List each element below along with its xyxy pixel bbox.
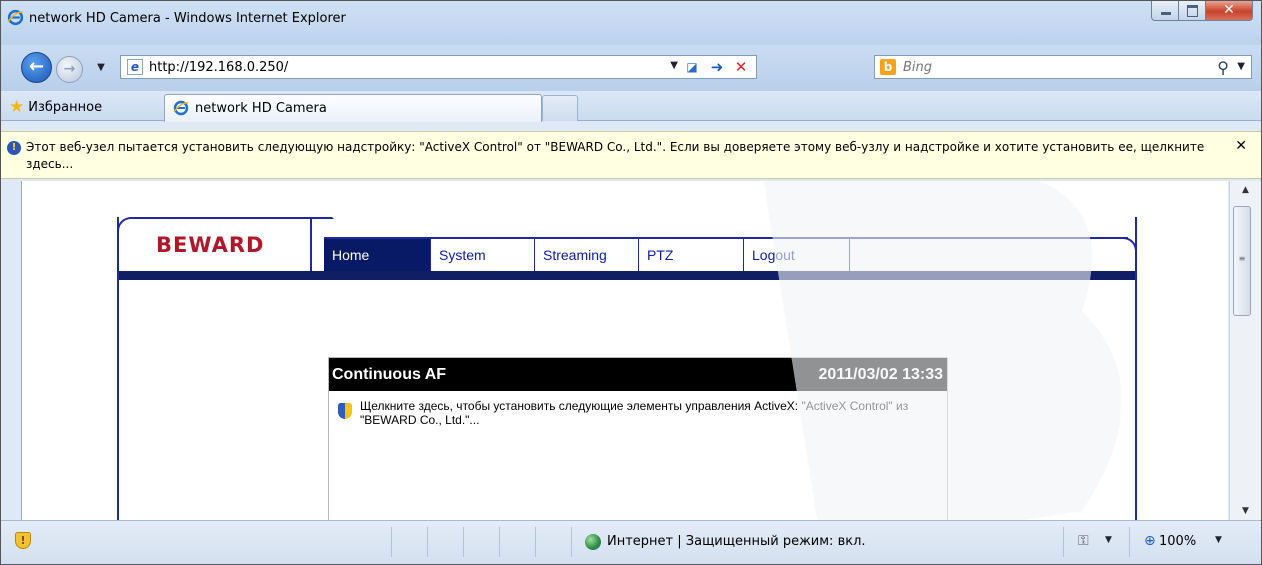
logo-area: BEWARD [117, 217, 312, 271]
zoom-dropdown-icon[interactable]: ▼ [1215, 535, 1222, 545]
menu-logout[interactable]: Logout [744, 239, 850, 271]
recent-pages-dropdown[interactable]: ▼ [93, 61, 109, 75]
globe-icon [585, 534, 601, 550]
go-arrow-icon[interactable]: ➜ [708, 58, 726, 76]
page-content: BEWARD Home System Streaming PTZ Logout … [21, 181, 1228, 520]
menu-underline-bar [119, 271, 1135, 280]
activex-install-prompt[interactable]: Щелкните здесь, чтобы установить следующ… [360, 399, 940, 427]
video-header: Continuous AF 2011/03/02 13:33 [329, 358, 947, 391]
status-separator [1129, 527, 1130, 557]
status-separator [391, 527, 392, 557]
grip-icon: ≡ [1238, 254, 1246, 263]
window-controls: ✕ [1151, 1, 1253, 22]
address-input[interactable]: http://192.168.0.250/ [149, 60, 288, 75]
title-bar: network HD Camera - Windows Internet Exp… [1, 1, 1261, 45]
search-dropdown-icon[interactable]: ▼ [1237, 61, 1245, 72]
bing-icon: b [880, 59, 896, 75]
content-left-margin [1, 181, 21, 520]
information-bar[interactable]: ! Этот веб-узел пытается установить след… [1, 131, 1261, 179]
status-separator [499, 527, 500, 557]
tab-label: network HD Camera [195, 101, 327, 116]
beward-logo: BEWARD [156, 233, 265, 257]
zoom-level[interactable]: 100% [1159, 534, 1196, 549]
scroll-up-arrow[interactable]: ▲ [1230, 181, 1261, 199]
page-icon: e [127, 59, 143, 75]
datetime-label: 2011/03/02 13:33 [818, 366, 943, 383]
status-bar: ! Интернет | Защищенный режим: вкл. ⚿ ▼ … [1, 520, 1261, 564]
warning-shield-icon[interactable]: ! [15, 532, 31, 549]
stop-icon[interactable]: ✕ [732, 58, 750, 76]
infobar-close-button[interactable]: ✕ [1235, 138, 1247, 154]
ie-icon [173, 100, 189, 116]
lock-icon[interactable]: ⚿ [1078, 533, 1089, 549]
lock-dropdown-icon[interactable]: ▼ [1105, 535, 1112, 545]
camera-menu: Home System Streaming PTZ Logout [324, 239, 850, 271]
close-icon: ✕ [1223, 2, 1235, 18]
search-box[interactable]: b Bing ⚲ ▼ [874, 55, 1252, 79]
favorites-button[interactable]: ★ Избранное [9, 96, 102, 118]
window-title: network HD Camera - Windows Internet Exp… [29, 11, 346, 26]
zoom-icon[interactable]: ⊕ [1144, 533, 1156, 549]
search-icon[interactable]: ⚲ [1217, 58, 1229, 77]
tab-network-hd-camera[interactable]: network HD Camera [164, 94, 542, 122]
menu-corner [1119, 237, 1137, 271]
search-input[interactable]: Bing [903, 60, 932, 75]
shield-icon [338, 403, 352, 419]
forward-button[interactable]: → [56, 56, 83, 83]
focus-mode-label: Continuous AF [332, 366, 447, 383]
forward-arrow-icon: → [63, 61, 76, 77]
maximize-icon [1187, 5, 1198, 17]
compatibility-icon[interactable]: ◪ [684, 59, 700, 75]
back-arrow-icon: ← [28, 56, 45, 77]
scroll-thumb[interactable]: ≡ [1233, 206, 1251, 316]
close-window-button[interactable]: ✕ [1206, 1, 1253, 21]
address-bar[interactable]: e http://192.168.0.250/ ▼ ◪ ➜ ✕ [120, 55, 757, 79]
infobar-message[interactable]: Этот веб-узел пытается установить следую… [26, 139, 1206, 173]
new-tab-button[interactable] [542, 95, 578, 121]
status-separator [571, 527, 572, 557]
status-separator [463, 527, 464, 557]
scroll-down-arrow[interactable]: ▼ [1230, 502, 1261, 520]
ie-icon [7, 9, 24, 26]
star-icon: ★ [9, 97, 25, 117]
address-dropdown-icon[interactable]: ▼ [670, 60, 678, 71]
menu-system[interactable]: System [431, 239, 535, 271]
status-separator [535, 527, 536, 557]
menu-streaming[interactable]: Streaming [535, 239, 639, 271]
browser-window: network HD Camera - Windows Internet Exp… [0, 0, 1262, 565]
security-zone-text[interactable]: Интернет | Защищенный режим: вкл. [607, 534, 866, 549]
minimize-icon [1161, 12, 1171, 15]
maximize-button[interactable] [1179, 1, 1206, 21]
status-separator [1063, 527, 1064, 557]
status-separator [427, 527, 428, 557]
menu-ptz[interactable]: PTZ [639, 239, 744, 271]
shield-icon: ! [7, 141, 21, 155]
back-button[interactable]: ← [21, 52, 52, 83]
favorites-label: Избранное [28, 99, 103, 115]
minimize-button[interactable] [1151, 1, 1179, 21]
video-panel: Continuous AF 2011/03/02 13:33 Щелкните … [328, 357, 948, 520]
menu-home[interactable]: Home [324, 239, 431, 271]
vertical-scrollbar[interactable]: ▲ ≡ ▼ [1229, 181, 1261, 520]
